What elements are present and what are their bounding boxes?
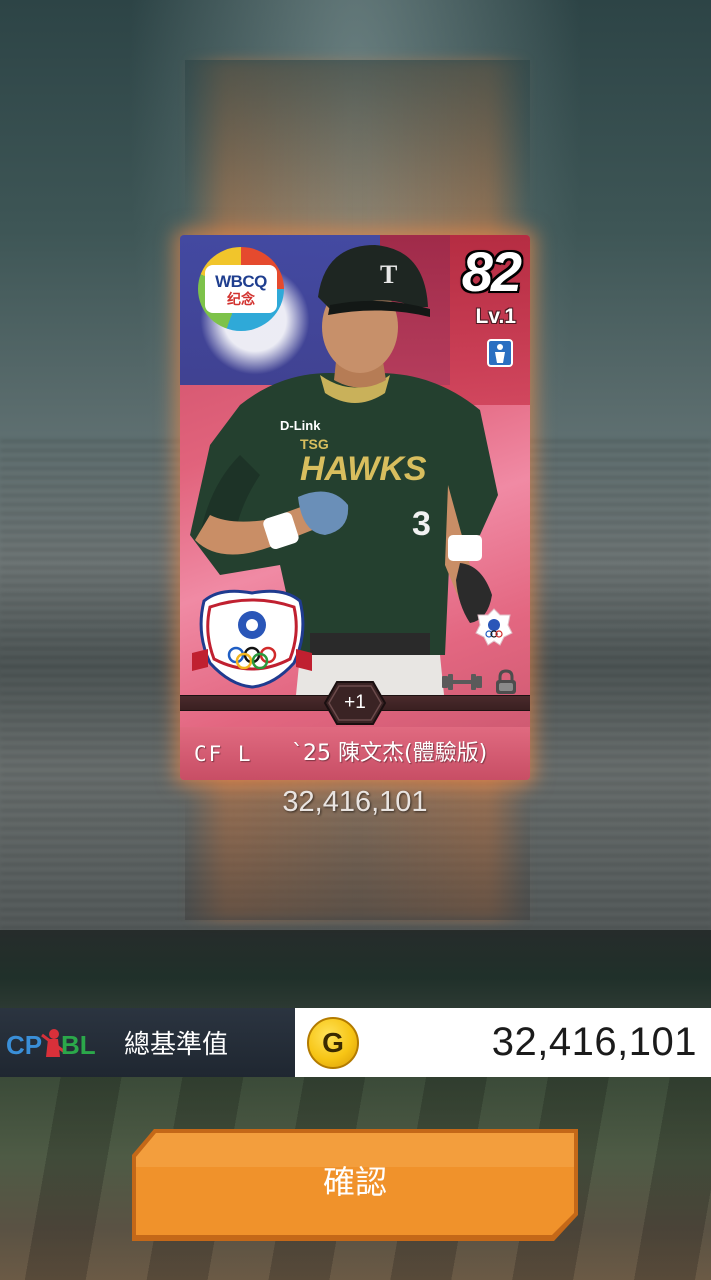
batter-type-icon [487,339,513,367]
card-name-bar: CF L `25 陳文杰(體驗版) [180,727,530,780]
wbcq-badge-icon: WBCQ 纪念 [198,247,284,331]
total-value-bar: CP BL 總基準值 G 32,416,101 [0,1008,711,1077]
svg-text:BL: BL [61,1030,96,1060]
card-level: Lv.1 [475,305,516,328]
enhance-level-badge: +1 [323,680,387,726]
jersey-number-text: 3 [412,505,431,543]
jersey-sponsor-text: D-Link [280,418,321,433]
card-value: 32,416,101 [282,786,428,818]
lock-icon [496,669,516,694]
cpbl-logo-icon: CP BL [6,1023,106,1063]
confirm-button-label: 確認 [322,1163,387,1201]
svg-text:CP: CP [6,1030,42,1060]
wbcq-badge-subtext: 纪念 [227,290,255,307]
confirm-button[interactable]: 確認 [128,1127,582,1243]
svg-text:T: T [380,260,397,289]
total-value-panel: G 32,416,101 [295,1008,711,1077]
coin-letter: G [322,1026,344,1058]
svg-text:TSG: TSG [300,436,329,452]
total-label: 總基準值 [124,1030,229,1060]
total-value: 32,416,101 [491,1020,697,1064]
jersey-team-text: HAWKS [300,450,427,488]
dumbbell-icon [442,674,482,690]
card-position: CF L [194,741,253,766]
card-rating: 82 [461,240,522,303]
wbcq-badge-text: WBCQ [215,271,267,291]
player-card[interactable]: T D-Link HAWKS TSG 3 WBCQ 纪念 82 Lv.1 +1 … [180,235,530,780]
outfield-wall [0,930,711,1010]
gold-coin-icon: G [307,1016,359,1069]
total-label-panel: CP BL 總基準值 [0,1008,295,1077]
mini-taipei-emblem-icon [475,608,513,646]
enhance-level-text: +1 [344,692,366,713]
chinese-taipei-emblem-icon [192,589,312,689]
card-player-name: `25 陳文杰(體驗版) [292,741,488,766]
